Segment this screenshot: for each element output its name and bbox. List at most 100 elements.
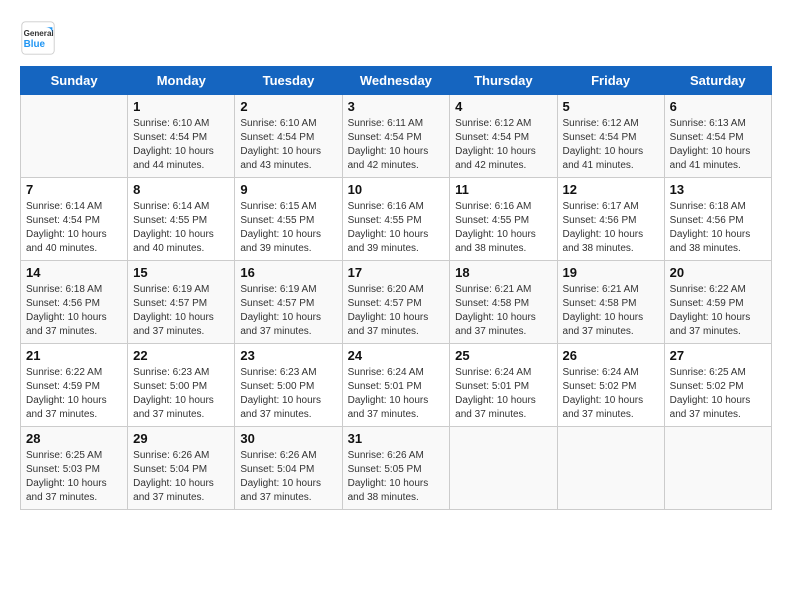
calendar-body: 1 Sunrise: 6:10 AM Sunset: 4:54 PM Daylig… xyxy=(21,95,772,510)
day-number: 30 xyxy=(240,431,336,446)
day-info: Sunrise: 6:21 AM Sunset: 4:58 PM Dayligh… xyxy=(455,283,551,339)
day-info: Sunrise: 6:23 AM Sunset: 5:00 PM Dayligh… xyxy=(133,366,229,422)
calendar-day-23: 23 Sunrise: 6:23 AM Sunset: 5:00 PM Dayli… xyxy=(235,344,342,427)
header-day-thursday: Thursday xyxy=(450,67,557,95)
calendar-day-2: 2 Sunrise: 6:10 AM Sunset: 4:54 PM Daylig… xyxy=(235,95,342,178)
svg-text:Blue: Blue xyxy=(24,39,46,50)
header-day-saturday: Saturday xyxy=(664,67,771,95)
day-number: 27 xyxy=(670,348,766,363)
day-number: 6 xyxy=(670,99,766,114)
day-info: Sunrise: 6:24 AM Sunset: 5:01 PM Dayligh… xyxy=(455,366,551,422)
calendar-day-4: 4 Sunrise: 6:12 AM Sunset: 4:54 PM Daylig… xyxy=(450,95,557,178)
header-day-friday: Friday xyxy=(557,67,664,95)
day-info: Sunrise: 6:17 AM Sunset: 4:56 PM Dayligh… xyxy=(563,200,659,256)
day-number: 8 xyxy=(133,182,229,197)
day-info: Sunrise: 6:22 AM Sunset: 4:59 PM Dayligh… xyxy=(26,366,122,422)
day-number: 12 xyxy=(563,182,659,197)
calendar-day-26: 26 Sunrise: 6:24 AM Sunset: 5:02 PM Dayli… xyxy=(557,344,664,427)
calendar-day-12: 12 Sunrise: 6:17 AM Sunset: 4:56 PM Dayli… xyxy=(557,178,664,261)
day-number: 5 xyxy=(563,99,659,114)
day-info: Sunrise: 6:14 AM Sunset: 4:54 PM Dayligh… xyxy=(26,200,122,256)
empty-cell xyxy=(664,427,771,510)
empty-cell xyxy=(21,95,128,178)
day-number: 17 xyxy=(348,265,445,280)
day-number: 1 xyxy=(133,99,229,114)
calendar-week-2: 7 Sunrise: 6:14 AM Sunset: 4:54 PM Daylig… xyxy=(21,178,772,261)
day-info: Sunrise: 6:19 AM Sunset: 4:57 PM Dayligh… xyxy=(240,283,336,339)
calendar-day-20: 20 Sunrise: 6:22 AM Sunset: 4:59 PM Dayli… xyxy=(664,261,771,344)
day-number: 4 xyxy=(455,99,551,114)
day-number: 22 xyxy=(133,348,229,363)
day-number: 25 xyxy=(455,348,551,363)
logo-icon: General Blue xyxy=(20,20,56,56)
svg-text:General: General xyxy=(24,29,54,38)
day-number: 15 xyxy=(133,265,229,280)
day-number: 13 xyxy=(670,182,766,197)
day-info: Sunrise: 6:16 AM Sunset: 4:55 PM Dayligh… xyxy=(348,200,445,256)
day-number: 26 xyxy=(563,348,659,363)
day-info: Sunrise: 6:18 AM Sunset: 4:56 PM Dayligh… xyxy=(670,200,766,256)
day-number: 23 xyxy=(240,348,336,363)
calendar-day-30: 30 Sunrise: 6:26 AM Sunset: 5:04 PM Dayli… xyxy=(235,427,342,510)
calendar-header: SundayMondayTuesdayWednesdayThursdayFrid… xyxy=(21,67,772,95)
day-info: Sunrise: 6:24 AM Sunset: 5:02 PM Dayligh… xyxy=(563,366,659,422)
calendar-day-29: 29Sunrise: 6:26 AM Sunset: 5:04 PM Dayli… xyxy=(128,427,235,510)
header-day-wednesday: Wednesday xyxy=(342,67,450,95)
calendar-week-1: 1 Sunrise: 6:10 AM Sunset: 4:54 PM Daylig… xyxy=(21,95,772,178)
day-info: Sunrise: 6:23 AM Sunset: 5:00 PM Dayligh… xyxy=(240,366,336,422)
calendar-day-28: 28Sunrise: 6:25 AM Sunset: 5:03 PM Dayli… xyxy=(21,427,128,510)
calendar-day-13: 13 Sunrise: 6:18 AM Sunset: 4:56 PM Dayli… xyxy=(664,178,771,261)
day-info: Sunrise: 6:22 AM Sunset: 4:59 PM Dayligh… xyxy=(670,283,766,339)
day-number: 11 xyxy=(455,182,551,197)
day-info: Sunrise: 6:26 AM Sunset: 5:04 PM Dayligh… xyxy=(240,449,336,505)
calendar-day-15: 15 Sunrise: 6:19 AM Sunset: 4:57 PM Dayli… xyxy=(128,261,235,344)
logo: General Blue xyxy=(20,20,60,56)
calendar-day-9: 9 Sunrise: 6:15 AM Sunset: 4:55 PM Daylig… xyxy=(235,178,342,261)
calendar-day-25: 25 Sunrise: 6:24 AM Sunset: 5:01 PM Dayli… xyxy=(450,344,557,427)
calendar-day-16: 16 Sunrise: 6:19 AM Sunset: 4:57 PM Dayli… xyxy=(235,261,342,344)
day-info: Sunrise: 6:15 AM Sunset: 4:55 PM Dayligh… xyxy=(240,200,336,256)
empty-cell xyxy=(557,427,664,510)
calendar-week-5: 28Sunrise: 6:25 AM Sunset: 5:03 PM Dayli… xyxy=(21,427,772,510)
day-number: 18 xyxy=(455,265,551,280)
calendar-day-6: 6 Sunrise: 6:13 AM Sunset: 4:54 PM Daylig… xyxy=(664,95,771,178)
calendar-day-11: 11 Sunrise: 6:16 AM Sunset: 4:55 PM Dayli… xyxy=(450,178,557,261)
day-info: Sunrise: 6:16 AM Sunset: 4:55 PM Dayligh… xyxy=(455,200,551,256)
calendar-day-19: 19 Sunrise: 6:21 AM Sunset: 4:58 PM Dayli… xyxy=(557,261,664,344)
day-number: 21 xyxy=(26,348,122,363)
day-number: 29 xyxy=(133,431,229,446)
calendar-day-1: 1 Sunrise: 6:10 AM Sunset: 4:54 PM Daylig… xyxy=(128,95,235,178)
day-number: 10 xyxy=(348,182,445,197)
calendar-day-5: 5Sunrise: 6:12 AM Sunset: 4:54 PM Daylig… xyxy=(557,95,664,178)
day-number: 9 xyxy=(240,182,336,197)
day-info: Sunrise: 6:12 AM Sunset: 4:54 PM Dayligh… xyxy=(455,117,551,173)
calendar-week-3: 14Sunrise: 6:18 AM Sunset: 4:56 PM Dayli… xyxy=(21,261,772,344)
day-info: Sunrise: 6:13 AM Sunset: 4:54 PM Dayligh… xyxy=(670,117,766,173)
day-info: Sunrise: 6:10 AM Sunset: 4:54 PM Dayligh… xyxy=(240,117,336,173)
calendar-day-27: 27Sunrise: 6:25 AM Sunset: 5:02 PM Dayli… xyxy=(664,344,771,427)
day-info: Sunrise: 6:21 AM Sunset: 4:58 PM Dayligh… xyxy=(563,283,659,339)
day-info: Sunrise: 6:20 AM Sunset: 4:57 PM Dayligh… xyxy=(348,283,445,339)
calendar-day-10: 10 Sunrise: 6:16 AM Sunset: 4:55 PM Dayli… xyxy=(342,178,450,261)
day-number: 7 xyxy=(26,182,122,197)
calendar-day-3: 3 Sunrise: 6:11 AM Sunset: 4:54 PM Daylig… xyxy=(342,95,450,178)
empty-cell xyxy=(450,427,557,510)
day-number: 14 xyxy=(26,265,122,280)
calendar-table: SundayMondayTuesdayWednesdayThursdayFrid… xyxy=(20,66,772,510)
calendar-day-21: 21 Sunrise: 6:22 AM Sunset: 4:59 PM Dayli… xyxy=(21,344,128,427)
day-number: 20 xyxy=(670,265,766,280)
day-number: 2 xyxy=(240,99,336,114)
day-info: Sunrise: 6:10 AM Sunset: 4:54 PM Dayligh… xyxy=(133,117,229,173)
day-info: Sunrise: 6:19 AM Sunset: 4:57 PM Dayligh… xyxy=(133,283,229,339)
calendar-day-22: 22 Sunrise: 6:23 AM Sunset: 5:00 PM Dayli… xyxy=(128,344,235,427)
calendar-day-17: 17 Sunrise: 6:20 AM Sunset: 4:57 PM Dayli… xyxy=(342,261,450,344)
calendar-day-18: 18 Sunrise: 6:21 AM Sunset: 4:58 PM Dayli… xyxy=(450,261,557,344)
header-day-tuesday: Tuesday xyxy=(235,67,342,95)
day-number: 3 xyxy=(348,99,445,114)
calendar-day-8: 8Sunrise: 6:14 AM Sunset: 4:55 PM Daylig… xyxy=(128,178,235,261)
day-number: 19 xyxy=(563,265,659,280)
day-number: 31 xyxy=(348,431,445,446)
day-info: Sunrise: 6:11 AM Sunset: 4:54 PM Dayligh… xyxy=(348,117,445,173)
header-day-monday: Monday xyxy=(128,67,235,95)
day-number: 16 xyxy=(240,265,336,280)
